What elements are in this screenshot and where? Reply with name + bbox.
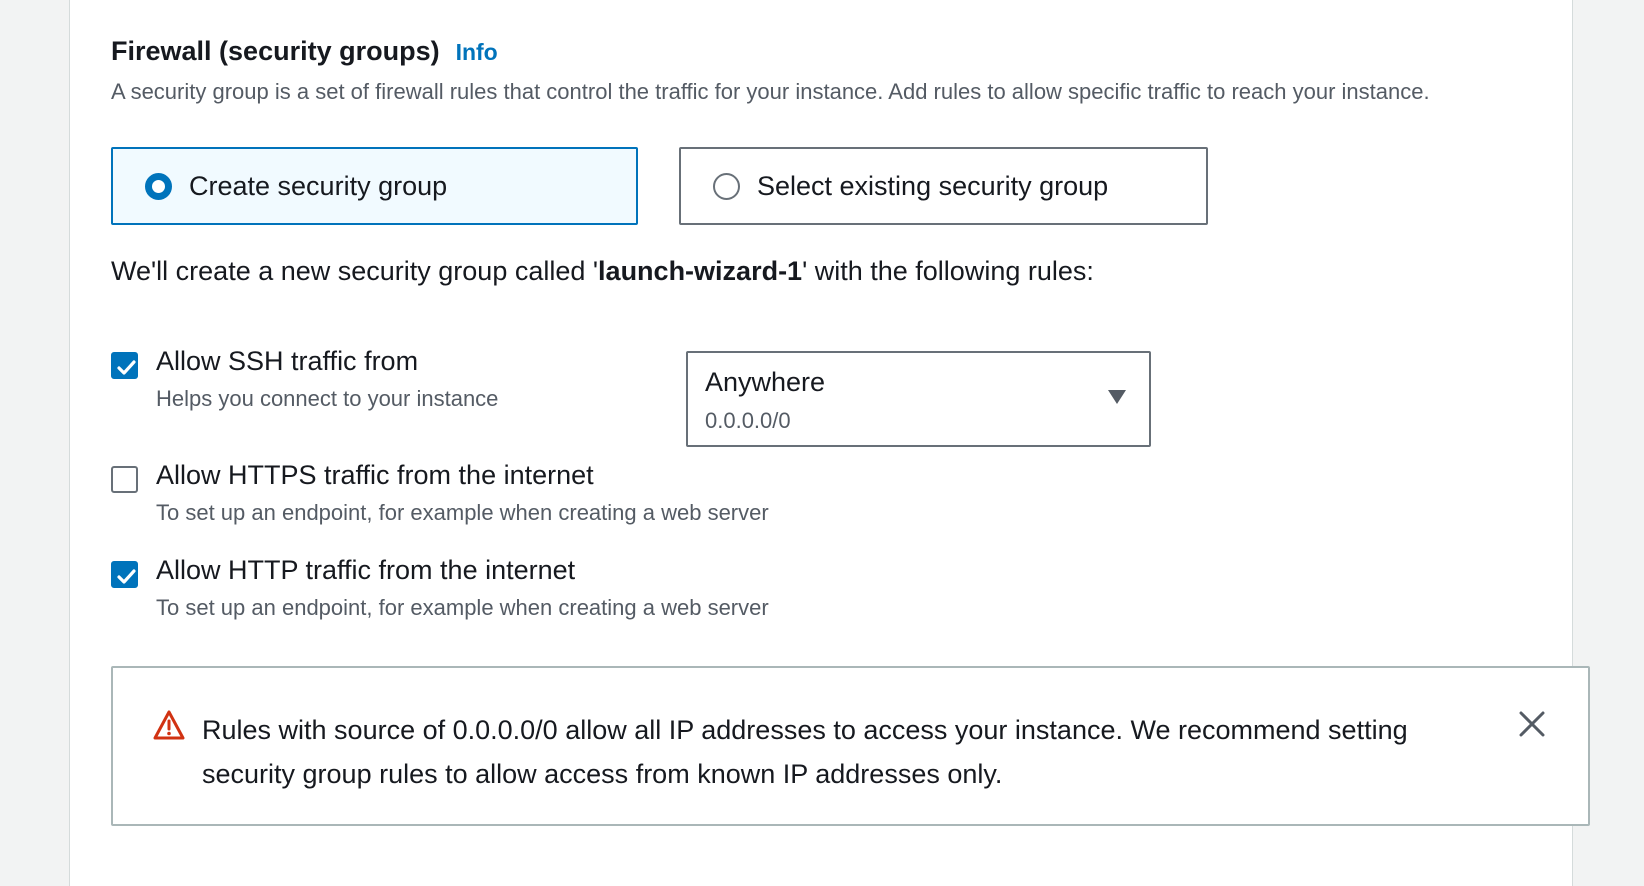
create-security-group-radio[interactable] xyxy=(145,172,172,200)
warning-triangle-icon xyxy=(153,710,185,740)
ssh-source-select[interactable]: Anywhere 0.0.0.0/0 xyxy=(686,351,1151,447)
warning-alert: Rules with source of 0.0.0.0/0 allow all… xyxy=(111,666,1590,826)
summary-suffix: ' with the following rules: xyxy=(802,256,1094,286)
security-group-name: launch-wizard-1 xyxy=(598,256,803,286)
section-description: A security group is a set of firewall ru… xyxy=(111,79,1430,104)
select-existing-security-group-radio[interactable] xyxy=(713,172,740,200)
create-security-group-label: Create security group xyxy=(189,170,448,201)
ssh-label: Allow SSH traffic from xyxy=(156,346,419,376)
ssh-source-value: Anywhere xyxy=(705,367,826,397)
select-existing-security-group-label: Select existing security group xyxy=(757,170,1109,201)
close-icon[interactable] xyxy=(1518,710,1546,738)
ssh-checkbox[interactable] xyxy=(111,352,138,379)
http-checkbox[interactable] xyxy=(111,561,138,588)
firewall-header: Firewall (security groups) Info xyxy=(111,36,498,67)
select-existing-security-group-tile[interactable]: Select existing security group xyxy=(679,147,1208,225)
create-security-group-tile[interactable]: Create security group xyxy=(111,147,638,225)
caret-down-icon xyxy=(1108,390,1126,404)
https-description: To set up an endpoint, for example when … xyxy=(156,500,769,525)
info-link[interactable]: Info xyxy=(456,39,498,66)
content-panel: Firewall (security groups) Info A securi… xyxy=(69,0,1590,886)
checkmark-icon xyxy=(117,569,136,584)
summary-prefix: We'll create a new security group called… xyxy=(111,256,599,286)
warning-text: Rules with source of 0.0.0.0/0 allow all… xyxy=(202,715,1408,789)
section-title: Firewall (security groups) xyxy=(111,36,440,66)
checkmark-icon xyxy=(117,360,136,375)
security-group-summary: We'll create a new security group called… xyxy=(111,256,1094,287)
https-label: Allow HTTPS traffic from the internet xyxy=(156,460,594,490)
ssh-source-cidr: 0.0.0.0/0 xyxy=(705,408,791,433)
ssh-description: Helps you connect to your instance xyxy=(156,386,499,411)
http-label: Allow HTTP traffic from the internet xyxy=(156,555,576,585)
https-checkbox[interactable] xyxy=(111,466,138,493)
http-description: To set up an endpoint, for example when … xyxy=(156,595,769,620)
